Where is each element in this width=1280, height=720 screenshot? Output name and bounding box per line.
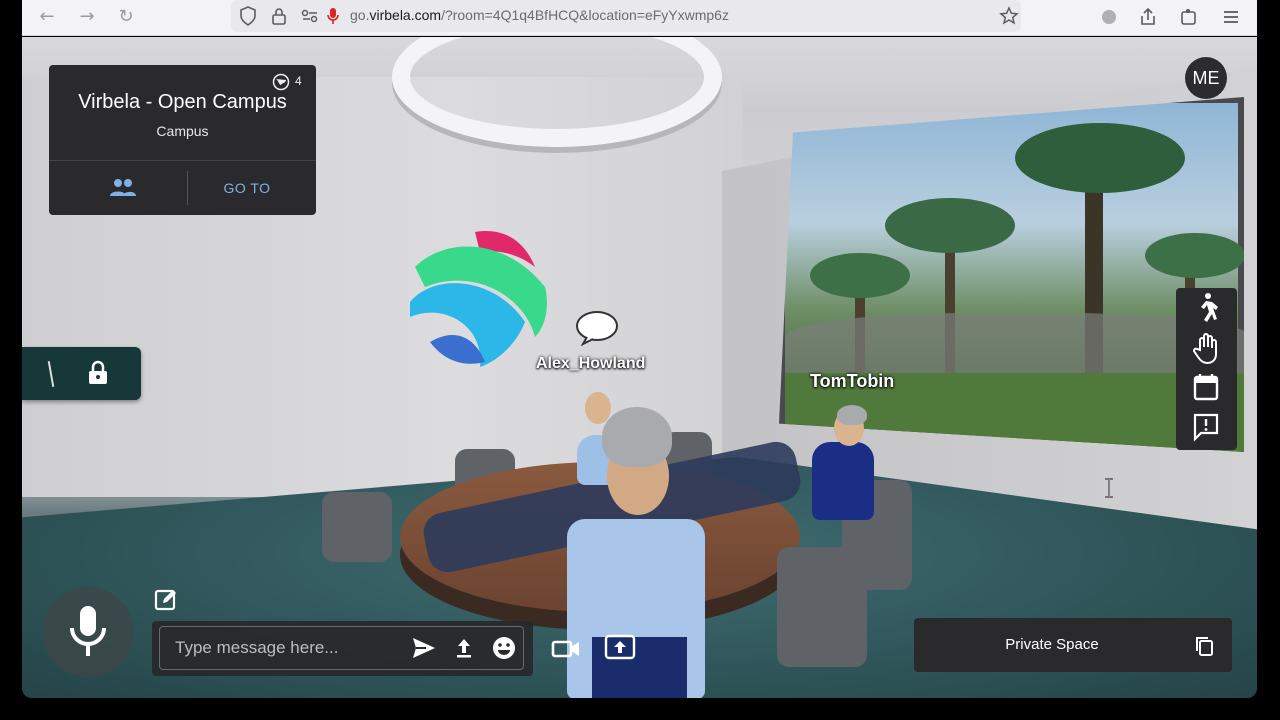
feedback-button[interactable]: [1186, 409, 1226, 445]
calendar-icon: [1193, 374, 1219, 401]
address-bar[interactable]: go.virbela.com/?room=4Q1q4BfHCQ&location…: [231, 0, 1021, 32]
chat-bar: [152, 621, 533, 676]
me-profile-button[interactable]: ME: [1185, 57, 1227, 99]
url-domain: virbela.com: [369, 7, 442, 23]
lock-icon[interactable]: [271, 6, 287, 26]
room-info-card: 4 Virbela - Open Campus Campus GO TO: [49, 65, 316, 215]
people-icon: [110, 179, 136, 196]
video-camera-button[interactable]: [548, 632, 584, 666]
private-space-label: Private Space: [1005, 636, 1099, 653]
avatar-nametag-tom: TomTobin: [810, 371, 895, 391]
lock-icon[interactable]: [85, 360, 111, 386]
goto-button[interactable]: GO TO: [197, 175, 297, 201]
send-icon[interactable]: [410, 634, 438, 662]
raise-hand-button[interactable]: [1186, 330, 1226, 366]
room-subtitle: Campus: [156, 123, 209, 139]
microphone-permission-icon[interactable]: [326, 6, 340, 26]
menu-icon[interactable]: [1221, 7, 1241, 27]
url-path: /?room=4Q1q4BfHCQ&location=eFyYxwmp6z: [441, 7, 729, 23]
video-camera-icon: [551, 640, 579, 658]
copy-button[interactable]: [1193, 635, 1215, 657]
screen-share-icon: [604, 634, 636, 660]
divider: [187, 171, 188, 205]
extension-icon[interactable]: [1099, 7, 1119, 27]
panel-handle[interactable]: [47, 361, 55, 387]
avatar-tom-body: [812, 442, 874, 520]
text-cursor-icon: [1105, 478, 1113, 498]
palm-fronds: [1015, 123, 1185, 193]
online-count-badge[interactable]: 4: [272, 73, 308, 91]
url-prefix: go.: [350, 7, 370, 23]
shield-icon[interactable]: [239, 6, 257, 26]
reload-icon[interactable]: ↻: [115, 6, 137, 28]
emoji-icon[interactable]: [490, 634, 518, 662]
palm-fronds: [1145, 233, 1244, 278]
app-frame: ← → ↻ go.virbela.com/?room=4Q1q4BfHCQ&lo…: [0, 0, 1280, 720]
walk-icon: [1201, 293, 1218, 322]
self-avatar-hair: [602, 407, 672, 467]
permissions-icon[interactable]: [301, 8, 319, 24]
extensions-puzzle-icon[interactable]: [1179, 7, 1199, 27]
hand-icon: [1193, 333, 1217, 365]
calendar-button[interactable]: [1186, 370, 1226, 406]
globe-icon: [272, 73, 290, 91]
share-page-icon[interactable]: [1138, 7, 1158, 27]
room-title: Virbela - Open Campus: [78, 91, 287, 113]
screen-share-button[interactable]: [600, 628, 640, 666]
back-arrow-icon[interactable]: ←: [36, 6, 58, 28]
avatar-tom-hair: [837, 405, 867, 425]
chair: [777, 547, 867, 667]
window-palm-view: [779, 97, 1244, 452]
microphone-icon: [70, 606, 106, 656]
palm-fronds: [885, 198, 1015, 253]
people-button[interactable]: [99, 175, 147, 201]
lock-panel[interactable]: [22, 347, 141, 400]
avatar-nametag-alex: Alex_Howland: [536, 355, 646, 372]
browser-toolbar: ← → ↻ go.virbela.com/?room=4Q1q4BfHCQ&lo…: [22, 0, 1257, 36]
edit-button[interactable]: [153, 587, 179, 613]
private-space-panel[interactable]: Private Space: [914, 618, 1232, 672]
upload-icon[interactable]: [450, 634, 478, 662]
copy-icon: [1196, 637, 1213, 656]
feedback-icon: [1193, 413, 1219, 442]
right-toolbar: [1176, 288, 1237, 450]
url-text: go.virbela.com/?room=4Q1q4BfHCQ&location…: [350, 7, 729, 23]
online-count: 4: [295, 74, 302, 88]
palm-fronds: [810, 253, 910, 298]
divider: [49, 160, 316, 161]
speech-bubble-icon: [576, 311, 618, 346]
bookmark-star-icon[interactable]: [999, 6, 1019, 26]
virbela-logo: [410, 231, 547, 367]
forward-arrow-icon[interactable]: →: [76, 6, 98, 28]
edit-icon: [154, 589, 176, 611]
walk-button[interactable]: [1186, 290, 1226, 326]
chair: [322, 492, 392, 562]
microphone-button[interactable]: [43, 587, 133, 677]
